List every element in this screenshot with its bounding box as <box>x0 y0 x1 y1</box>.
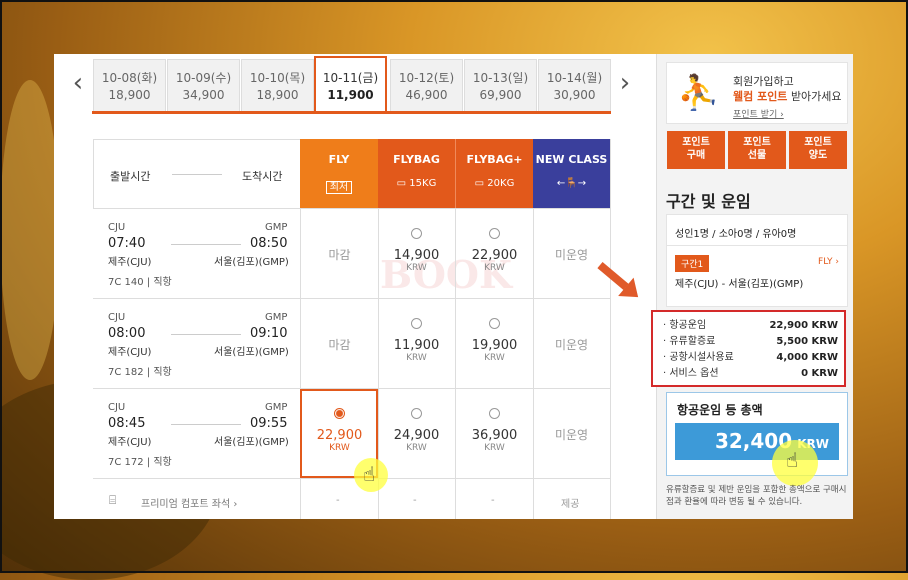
fare-header-flybag: FLYBAG ▭ 15KG <box>378 139 455 209</box>
time-header: 출발시간 도착시간 <box>93 139 300 209</box>
fare-unavailable: 미운영 <box>554 428 589 442</box>
fare-option[interactable]: 14,900 KRW <box>378 228 455 273</box>
fare-option[interactable]: 22,900 KRW <box>456 228 533 273</box>
seat-icon: ⌸ <box>109 493 117 507</box>
fare-unavailable: 미운영 <box>554 338 589 352</box>
next-date-arrow-icon[interactable]: › <box>615 68 635 98</box>
fare-closed: 마감 <box>328 338 351 352</box>
premium-seat-link[interactable]: 프리미엄 컴포트 좌석 › <box>141 495 237 510</box>
segment-badge: 구간1 <box>675 255 710 272</box>
radio-button[interactable] <box>489 318 500 329</box>
fee-breakdown: · 항공운임 22,900 KRW · 유류할증료 5,500 KRW · 공항시설… <box>651 310 846 387</box>
fare-header-flybagplus: FLYBAG+ ▭ 20KG <box>455 139 533 209</box>
date-tab[interactable]: 10-08(화) 18,900 <box>93 59 166 111</box>
radio-button-selected[interactable] <box>334 408 345 419</box>
date-tab[interactable]: 10-12(토) 46,900 <box>390 59 463 111</box>
radio-button[interactable] <box>489 408 500 419</box>
person-icon: ⛹ <box>677 73 720 113</box>
hand-cursor-icon: ☝ <box>786 448 799 472</box>
hand-cursor-icon: ☝ <box>363 462 376 486</box>
radio-button[interactable] <box>489 228 500 239</box>
join-banner[interactable]: ⛹ 회원가입하고 웰컴 포인트 받아가세요 포인트 받기 › <box>666 62 848 124</box>
point-transfer-button[interactable]: 포인트 양도 <box>789 131 847 169</box>
lowest-badge: 최저 <box>325 181 353 194</box>
fare-option-selected[interactable]: 22,900 KRW <box>301 408 378 453</box>
bag-icon: ▭ <box>474 178 485 189</box>
arrive-header: 도착시간 <box>242 170 283 183</box>
fare-option[interactable]: 11,900 KRW <box>378 318 455 363</box>
fare-header-fly: FLY 최저 <box>300 139 378 209</box>
date-underline <box>92 111 611 114</box>
date-tab[interactable]: 10-14(월) 30,900 <box>538 59 611 111</box>
bag-icon: ▭ <box>396 178 407 189</box>
fare-closed: 마감 <box>328 248 351 262</box>
fare-header-newclass: NEW CLASS ←🪑→ <box>533 139 610 209</box>
fare-unavailable: 미운영 <box>554 248 589 262</box>
date-tab[interactable]: 10-13(일) 69,900 <box>464 59 537 111</box>
point-buy-button[interactable]: 포인트 구매 <box>667 131 725 169</box>
total-box: 항공운임 등 총액 32,400 KRW <box>666 392 848 476</box>
prev-date-arrow-icon[interactable]: ‹ <box>68 68 88 98</box>
fare-option[interactable]: 19,900 KRW <box>456 318 533 363</box>
date-tab-selected[interactable]: 10-11(금) 11,900 <box>314 56 387 114</box>
point-gift-button[interactable]: 포인트 선물 <box>728 131 786 169</box>
background-blur <box>0 80 60 380</box>
date-tab[interactable]: 10-10(목) 18,900 <box>241 59 314 111</box>
fare-option[interactable]: 36,900 KRW <box>456 408 533 453</box>
seat-icon: ←🪑→ <box>556 178 587 189</box>
depart-header: 출발시간 <box>110 170 151 183</box>
date-tab[interactable]: 10-09(수) 34,900 <box>167 59 240 111</box>
radio-button[interactable] <box>411 318 422 329</box>
point-link[interactable]: 포인트 받기 › <box>733 107 784 120</box>
radio-button[interactable] <box>411 228 422 239</box>
fare-option[interactable]: 24,900 KRW <box>378 408 455 453</box>
fare-class-link[interactable]: FLY › <box>818 257 839 267</box>
fare-note: 유류할증료 및 제반 운임을 포함한 총액으로 구매시점과 환율에 따라 변동 … <box>666 485 847 507</box>
radio-button[interactable] <box>411 408 422 419</box>
segment-card: 성인1명 / 소아0명 / 유아0명 구간1 FLY › 제주(CJU) - 서… <box>666 214 848 307</box>
section-title: 구간 및 운임 <box>666 192 751 211</box>
